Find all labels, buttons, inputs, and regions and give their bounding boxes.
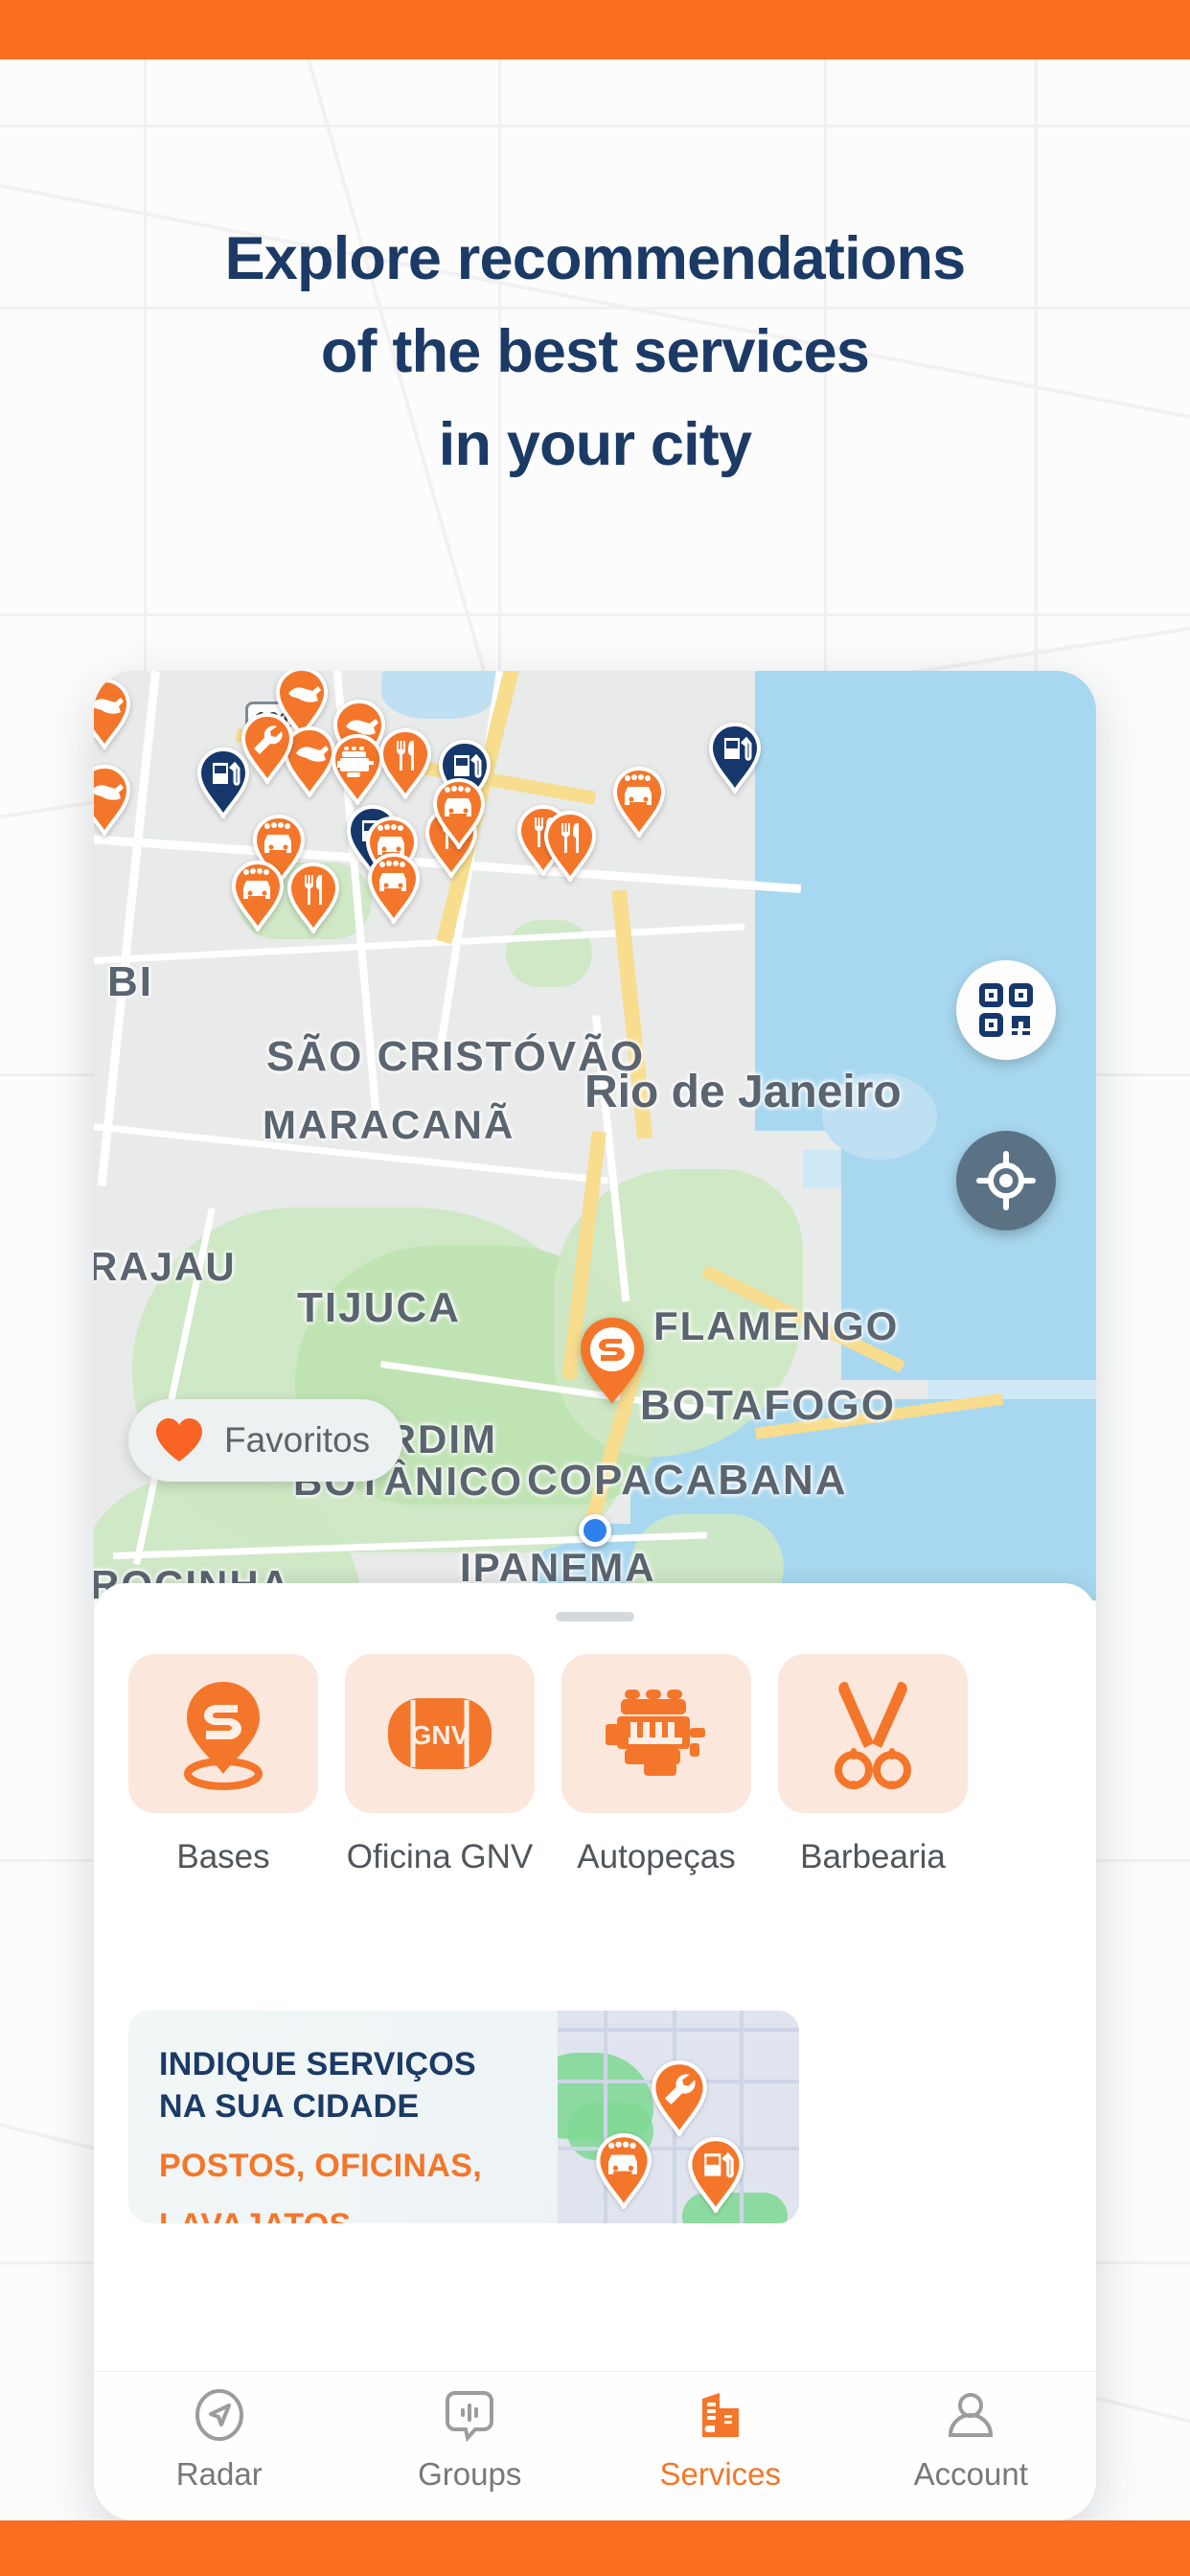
category-tile[interactable] (561, 1654, 751, 1813)
radar-icon (195, 2388, 243, 2441)
category-tile[interactable] (128, 1654, 318, 1813)
user-location-dot (579, 1514, 611, 1547)
promo-text: INDIQUE SERVIÇOS NA SUA CIDADE POSTOS, O… (128, 2011, 558, 2223)
gnv-tank-icon: GNV (388, 1698, 492, 1769)
qr-code-icon (979, 983, 1033, 1037)
scissors-icon (835, 1682, 911, 1789)
engine-icon (606, 1690, 705, 1776)
category-item-autopecas[interactable]: Autopeças (561, 1654, 751, 1876)
map-pin-brand-s[interactable] (575, 1315, 650, 1407)
category-tile[interactable]: GNV (345, 1654, 535, 1813)
bottom-sheet: Bases GNV Oficina GNV Autopeças Barbeari… (94, 1583, 1096, 2371)
groups-icon (446, 2390, 494, 2442)
tab-label: Radar (175, 2455, 263, 2492)
bottom-tab-bar[interactable]: Radar Groups Services Account (94, 2371, 1096, 2520)
category-label: Bases (176, 1838, 270, 1875)
services-icon (701, 2392, 739, 2437)
map-pin-oil-can[interactable] (94, 678, 132, 749)
crosshair-icon (976, 1151, 1036, 1210)
promo-subtitle-line-1: POSTOS, OFICINAS, (159, 2148, 482, 2184)
map-label-bi: BI (107, 958, 153, 1005)
promo-title-line-2: NA SUA CIDADE (159, 2088, 420, 2125)
phone-screen: 101 BI SÃO CRISTÓVÃO RAJAU MARACANÃ TIJU… (94, 671, 1096, 2520)
map-view[interactable]: 101 BI SÃO CRISTÓVÃO RAJAU MARACANÃ TIJU… (94, 671, 1096, 1600)
category-item-oficina-gnv[interactable]: GNV Oficina GNV (345, 1654, 535, 1876)
service-category-list[interactable]: Bases GNV Oficina GNV Autopeças Barbeari… (94, 1654, 1096, 1876)
map-label-botafogo: BOTAFOGO (640, 1382, 896, 1429)
promo-banner[interactable]: INDIQUE SERVIÇOS NA SUA CIDADE POSTOS, O… (128, 2011, 799, 2223)
map-label-tijuca: TIJUCA (297, 1284, 461, 1331)
promo-thumbnail-map (558, 2011, 799, 2223)
headline-line-1: Explore recommendations (224, 225, 967, 292)
map-pin-car-wash[interactable] (366, 853, 422, 924)
category-item-bases[interactable]: Bases (128, 1654, 318, 1876)
promo-title-line-1: INDIQUE SERVIÇOS (159, 2046, 477, 2082)
svg-text:GNV: GNV (411, 1720, 469, 1750)
category-tile[interactable] (778, 1654, 968, 1813)
tab-radar[interactable]: Radar (94, 2372, 345, 2520)
brand-pin-icon (184, 1682, 263, 1790)
screenshot-root: Explore recommendations of the best serv… (0, 0, 1190, 2576)
favorites-label: Favoritos (224, 1420, 371, 1460)
favorites-button[interactable]: Favoritos (128, 1399, 403, 1482)
headline-line-2: of the best services (320, 318, 870, 385)
promo-pin-car-wash (594, 2133, 653, 2212)
sheet-drag-handle[interactable] (556, 1612, 634, 1622)
category-label: Barbearia (800, 1838, 946, 1875)
tab-label: Groups (418, 2455, 522, 2492)
tab-services[interactable]: Services (595, 2372, 846, 2520)
bottom-orange-bar (0, 2520, 1190, 2576)
tab-label: Services (659, 2455, 782, 2492)
map-label-flamengo: FLAMENGO (653, 1303, 900, 1348)
promo-pin-fuel-pump (686, 2137, 745, 2216)
top-orange-bar (0, 0, 1190, 59)
map-pin-oil-can[interactable] (94, 765, 132, 836)
map-pin-restaurant[interactable] (542, 811, 598, 882)
promo-subtitle-line-2: LAVAJATOS... (159, 2204, 558, 2223)
map-pin-fuel-pump[interactable] (195, 748, 251, 818)
headline-line-3: in your city (438, 411, 752, 478)
map-label-copacabana: COPACABANA (527, 1457, 848, 1504)
phone-mockup: 101 BI SÃO CRISTÓVÃO RAJAU MARACANÃ TIJU… (94, 671, 1096, 2520)
locate-me-button[interactable] (956, 1131, 1056, 1230)
account-icon (949, 2392, 994, 2437)
map-pin-car-wash[interactable] (611, 767, 667, 838)
qr-scan-button[interactable] (956, 960, 1056, 1060)
promo-pin-wrench (650, 2060, 709, 2139)
category-item-barbearia[interactable]: Barbearia (778, 1654, 968, 1876)
tab-account[interactable]: Account (846, 2372, 1097, 2520)
page-title: Explore recommendations of the best serv… (0, 213, 1190, 492)
category-label: Autopeças (577, 1838, 736, 1875)
map-label-rajau: RAJAU (94, 1244, 237, 1289)
tab-label: Account (913, 2455, 1028, 2492)
map-pin-car-wash[interactable] (431, 778, 487, 849)
map-pin-fuel-pump[interactable] (707, 723, 763, 794)
map-pin-car-wash[interactable] (230, 861, 286, 932)
category-label: Oficina GNV (346, 1838, 534, 1875)
heart-icon (156, 1418, 202, 1461)
map-pin-restaurant[interactable] (378, 728, 433, 799)
map-label-rio-de-janeiro: Rio de Janeiro (584, 1067, 902, 1117)
tab-groups[interactable]: Groups (345, 2372, 596, 2520)
map-label-maracana: MARACANÃ (263, 1102, 515, 1147)
